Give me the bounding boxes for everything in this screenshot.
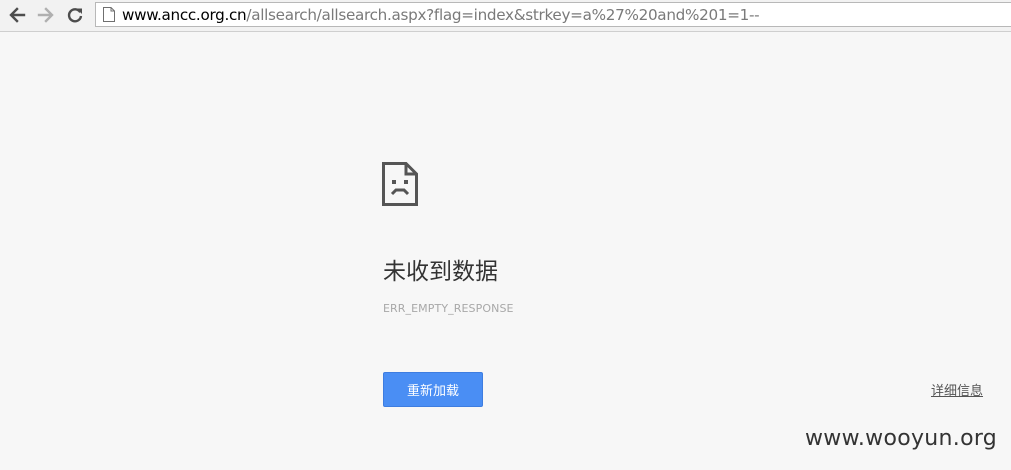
url-text: www.ancc.org.cn/allsearch/allsearch.aspx… (122, 5, 760, 24)
reload-button[interactable]: 重新加载 (383, 372, 483, 407)
sad-page-icon (382, 162, 418, 206)
address-bar[interactable]: www.ancc.org.cn/allsearch/allsearch.aspx… (95, 2, 1011, 27)
error-code: ERR_EMPTY_RESPONSE (383, 302, 514, 315)
reload-icon (67, 8, 83, 23)
browser-toolbar: www.ancc.org.cn/allsearch/allsearch.aspx… (0, 0, 1011, 32)
reload-page-button[interactable] (64, 4, 86, 26)
arrow-right-icon (37, 7, 54, 23)
page-icon (102, 7, 116, 23)
details-link[interactable]: 详细信息 (931, 380, 983, 399)
arrow-left-icon (9, 7, 26, 23)
forward-button[interactable] (35, 4, 57, 26)
url-path: /allsearch/allsearch.aspx?flag=index&str… (246, 5, 760, 24)
watermark: www.wooyun.org (805, 426, 998, 451)
error-title: 未收到数据 (383, 259, 498, 285)
url-host: www.ancc.org.cn (122, 5, 247, 24)
back-button[interactable] (6, 4, 28, 26)
